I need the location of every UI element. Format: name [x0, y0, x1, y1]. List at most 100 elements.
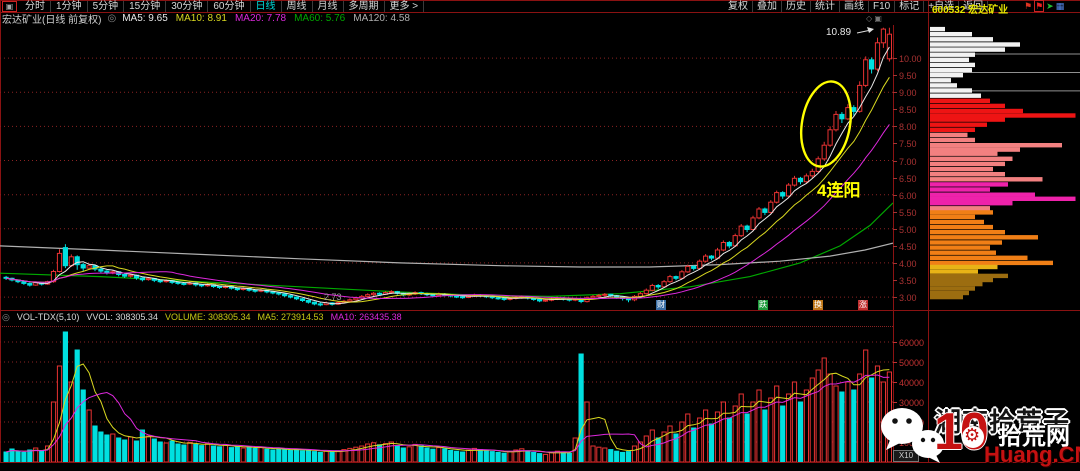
arrow-icon-green[interactable]: ➤ [1046, 1, 1054, 11]
candle-body [708, 255, 715, 259]
candle-body [157, 279, 163, 283]
chip-band [930, 32, 972, 37]
price-tick-label: 10.00 [899, 54, 922, 64]
period-tab-1[interactable]: 1分钟 [51, 0, 88, 12]
volume-dot-icon[interactable]: ◎ [2, 312, 10, 323]
period-tab-10[interactable]: 更多 > [385, 0, 425, 12]
toolbar-button-0[interactable]: 复权 [724, 0, 753, 12]
candle-body [851, 107, 857, 112]
volume-bar [98, 431, 104, 462]
candle-body [175, 281, 181, 284]
volume-bar [780, 405, 786, 462]
chip-band [930, 206, 990, 211]
volume-bar [566, 452, 572, 462]
volume-tick-dash [893, 362, 897, 363]
volume-bar [489, 451, 495, 462]
mini-window-icons[interactable]: ◇ ▣ [866, 14, 882, 23]
candle-body [703, 255, 709, 262]
candle-body [673, 276, 679, 279]
chip-band [930, 196, 1076, 201]
candle-body [667, 276, 673, 283]
candle-body [430, 294, 436, 297]
candle-body [649, 285, 655, 291]
volume-bar [329, 451, 335, 462]
volume-bar [39, 450, 45, 462]
period-tab-5[interactable]: 60分钟 [208, 0, 251, 12]
volume-bar [68, 381, 74, 462]
volume-legend-item-3: MA5: 273914.53 [257, 312, 324, 322]
volume-bar [418, 445, 424, 462]
volume-bar [839, 391, 845, 462]
period-tab-7[interactable]: 周线 [282, 0, 313, 12]
volume-bar [744, 413, 750, 462]
volume-chart[interactable] [0, 326, 893, 462]
candle-body [797, 177, 804, 183]
volume-bar [448, 449, 454, 462]
chip-band [930, 117, 1005, 122]
volume-bar [685, 413, 691, 462]
volume-tick-label: 40000 [899, 378, 925, 388]
candlestick-chart[interactable] [0, 25, 893, 308]
toolbar-button-6[interactable]: 标记 [895, 0, 925, 12]
chip-band [930, 93, 981, 98]
instrument-label: 宏达矿业(日线 前复权) [2, 15, 102, 26]
period-tab-3[interactable]: 15分钟 [124, 0, 167, 12]
volume-bar [276, 448, 282, 462]
candle-body [68, 256, 74, 267]
volume-tick-dash [893, 342, 897, 343]
volume-bar [869, 377, 875, 462]
period-tab-6[interactable]: 日线 [251, 0, 282, 12]
event-badge-跌[interactable]: 跌 [758, 300, 768, 310]
candle-body [216, 286, 223, 288]
candle-body [282, 293, 288, 297]
toolbar-button-5[interactable]: F10 [869, 0, 896, 12]
toolbar-button-2[interactable]: 历史 [782, 0, 811, 12]
volume-bar [133, 440, 140, 462]
candle-body [827, 129, 833, 146]
period-tab-8[interactable]: 月线 [313, 0, 344, 12]
chip-band [930, 108, 1023, 114]
grid-icon-blue[interactable]: ▦ [1056, 1, 1065, 11]
flag-icon-red[interactable]: ⚑ [1024, 1, 1032, 11]
toolbar-button-3[interactable]: 统计 [811, 0, 840, 12]
volume-bar [821, 357, 827, 462]
candle-body [377, 292, 383, 295]
candle-body [62, 247, 68, 267]
volume-bar [857, 373, 863, 462]
candle-body [98, 268, 104, 272]
toolbar-button-4[interactable]: 画线 [840, 0, 869, 12]
chip-band [930, 57, 969, 62]
chip-band [930, 161, 1005, 167]
volume-bar [240, 447, 246, 462]
period-tab-2[interactable]: 5分钟 [88, 0, 125, 12]
price-tick-dash [893, 75, 897, 76]
toolbar-button-1[interactable]: 叠加 [753, 0, 782, 12]
candle-body [21, 281, 27, 284]
indicator-dot-icon[interactable]: ◎ [107, 13, 116, 24]
period-tab-9[interactable]: 多周期 [344, 0, 385, 12]
price-tick-dash [893, 195, 897, 196]
volume-bar [388, 441, 394, 462]
indicator-bar: 宏达矿业(日线 前复权) ◎ MA5: 9.65 MA10: 8.91 MA20: … [2, 13, 410, 26]
candle-body [288, 295, 294, 298]
period-tab-4[interactable]: 30分钟 [166, 0, 209, 12]
volume-bar [199, 445, 205, 462]
chip-band [930, 42, 1020, 47]
chip-band [930, 137, 975, 143]
candle-body [679, 271, 685, 279]
flag-icon-boxed[interactable]: ⚑ [1034, 0, 1045, 12]
candle-body [80, 264, 86, 269]
price-tick-dash [893, 92, 897, 93]
volume-bar [246, 446, 252, 462]
event-badge-换[interactable]: 换 [813, 300, 823, 310]
event-badge-财[interactable]: 财 [656, 300, 666, 310]
candle-body [145, 278, 152, 281]
corner-icons: ⚑ ⚑ ➤ ▦ [1024, 0, 1064, 12]
chip-band [930, 166, 993, 172]
volume-legend-item-4: MA10: 263435.38 [330, 312, 402, 322]
event-badge-涨[interactable]: 涨 [858, 300, 868, 310]
candle-body [774, 192, 780, 203]
candle-body [542, 299, 549, 302]
period-tab-0[interactable]: 分时 [20, 0, 51, 12]
volume-bar [507, 451, 513, 462]
